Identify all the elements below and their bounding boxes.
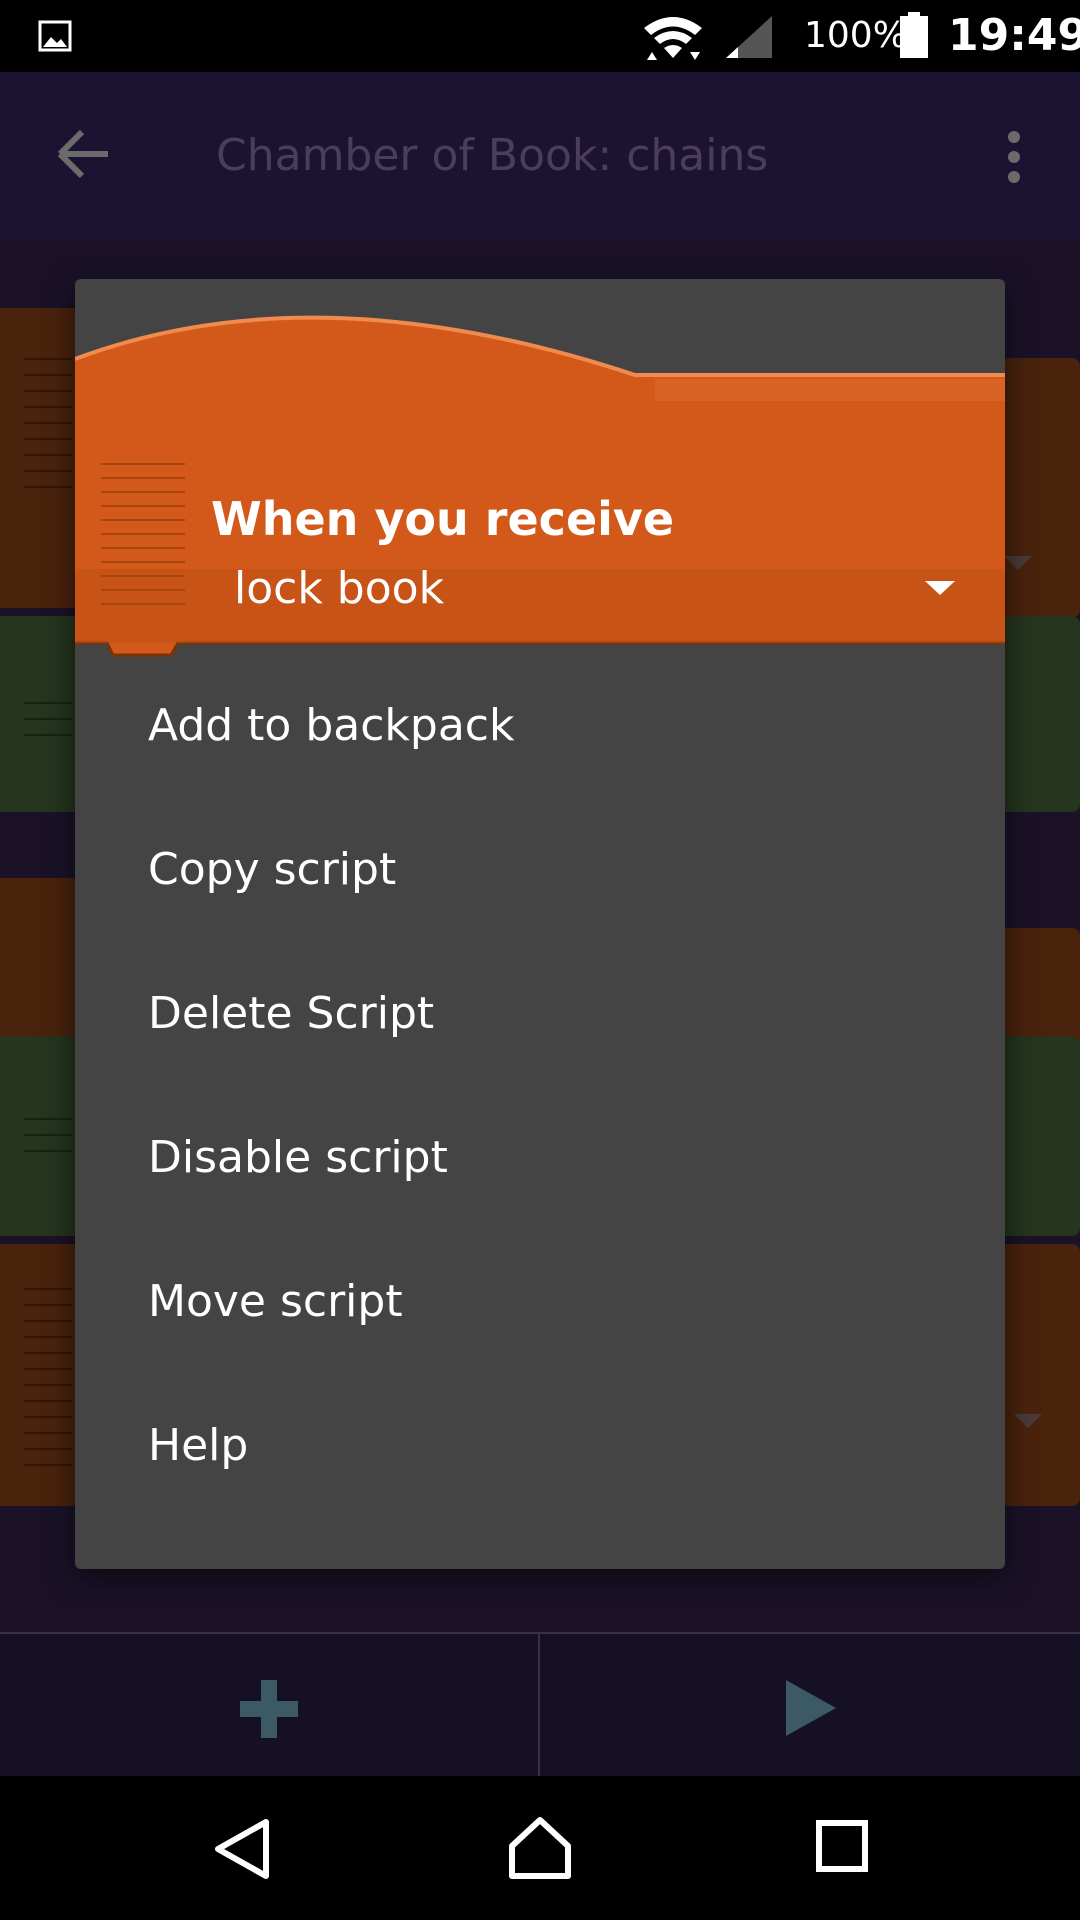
bg-dropdown-arrow bbox=[1014, 1414, 1042, 1428]
menu-item-delete-script[interactable]: Delete Script bbox=[75, 942, 1005, 1086]
bg-brick-lines bbox=[24, 702, 72, 750]
battery-percent: 100% bbox=[804, 15, 907, 56]
event-brick-preview bbox=[75, 315, 1005, 657]
menu-item-disable-script[interactable]: Disable script bbox=[75, 1086, 1005, 1230]
bg-event-brick-right bbox=[1000, 1244, 1080, 1506]
status-bar: 100% 19:49 bbox=[0, 0, 1080, 72]
brick-message-value[interactable]: lock book bbox=[234, 561, 444, 617]
menu-item-add-to-backpack[interactable]: Add to backpack bbox=[75, 654, 1005, 798]
bg-brick-lines bbox=[24, 358, 72, 502]
battery-icon bbox=[900, 12, 928, 58]
toolbar-divider bbox=[538, 1634, 540, 1778]
nav-back-icon[interactable] bbox=[212, 1818, 272, 1880]
add-icon[interactable] bbox=[240, 1680, 298, 1738]
overflow-menu-icon[interactable] bbox=[996, 130, 1032, 184]
signal-icon bbox=[726, 16, 772, 58]
context-menu: Add to backpack Copy script Delete Scrip… bbox=[75, 654, 1005, 1518]
play-icon[interactable] bbox=[784, 1678, 838, 1738]
script-context-dialog: When you receive lock book Add to backpa… bbox=[75, 279, 1005, 1569]
bg-control-brick-right bbox=[1000, 1036, 1080, 1236]
navigation-bar bbox=[0, 1776, 1080, 1920]
back-arrow-icon[interactable] bbox=[56, 128, 112, 180]
bg-brick-lines bbox=[24, 1288, 72, 1480]
bg-control-brick-right bbox=[1000, 616, 1080, 812]
nav-home-icon[interactable] bbox=[508, 1816, 572, 1880]
menu-item-move-script[interactable]: Move script bbox=[75, 1230, 1005, 1374]
menu-item-copy-script[interactable]: Copy script bbox=[75, 798, 1005, 942]
bottom-toolbar bbox=[0, 1632, 1080, 1778]
brick-title: When you receive bbox=[211, 492, 675, 546]
menu-item-help[interactable]: Help bbox=[75, 1374, 1005, 1518]
gallery-icon bbox=[38, 20, 72, 52]
bg-dropdown-arrow bbox=[1004, 556, 1032, 570]
nav-recent-icon[interactable] bbox=[816, 1820, 868, 1872]
app-bar: Chamber of Book: chains bbox=[0, 72, 1080, 238]
bg-brick-lines bbox=[24, 1118, 72, 1166]
bg-event-brick-right bbox=[1000, 358, 1080, 618]
screen: 100% 19:49 Chamber of Book: chains When … bbox=[0, 0, 1080, 1920]
status-time: 19:49 bbox=[948, 10, 1080, 61]
wifi-icon bbox=[644, 17, 702, 60]
chevron-down-icon[interactable] bbox=[925, 581, 955, 595]
page-title: Chamber of Book: chains bbox=[216, 130, 769, 181]
